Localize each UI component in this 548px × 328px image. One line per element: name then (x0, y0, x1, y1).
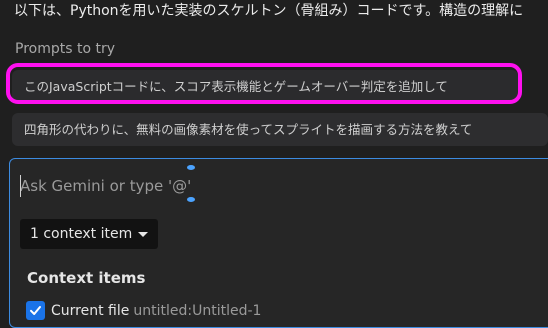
prompt-suggestion-2[interactable]: 四角形の代わりに、無料の画像素材を使ってスプライトを描画する方法を教えて (12, 113, 548, 146)
current-file-checkbox[interactable] (26, 301, 45, 320)
checkmark-icon (30, 306, 41, 315)
chat-input-panel: 1 context item Context items Current fil… (9, 158, 548, 328)
context-dropdown-label: 1 context item (30, 226, 133, 242)
prompts-header: Prompts to try (15, 41, 116, 57)
context-items-dropdown[interactable]: 1 context item (20, 219, 158, 249)
context-file-item: Current file untitled:Untitled-1 (26, 301, 261, 320)
text-caret (20, 175, 21, 197)
chat-input[interactable] (20, 173, 500, 199)
current-file-label: Current file (51, 302, 130, 319)
selection-handle-bottom[interactable] (187, 197, 195, 202)
current-file-path: untitled:Untitled-1 (133, 302, 262, 319)
prompt-suggestion-1[interactable]: このJavaScriptコードに、スコア表示機能とゲームオーバー判定を追加して (12, 70, 518, 103)
selection-handle-top[interactable] (187, 165, 195, 170)
chevron-down-icon (138, 231, 148, 237)
response-text: 以下は、Pythonを用いた実装のスケルトン（骨組み）コードです。構造の理解に (14, 3, 524, 19)
context-items-heading: Context items (27, 269, 146, 287)
